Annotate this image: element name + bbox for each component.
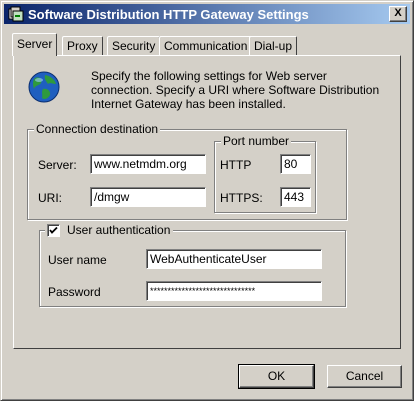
checkmark-icon (49, 226, 58, 234)
http-port-input[interactable]: 80 (280, 154, 311, 174)
https-port-input[interactable]: 443 (280, 187, 311, 207)
port-group-legend: Port number (221, 134, 292, 148)
auth-checkbox[interactable] (47, 224, 60, 237)
title-bar[interactable]: Software Distribution HTTP Gateway Setti… (4, 4, 410, 24)
tab-proxy[interactable]: Proxy (62, 36, 103, 55)
globe-icon (28, 71, 60, 103)
server-input[interactable]: www.netmdm.org (90, 154, 206, 174)
app-icon (8, 6, 24, 22)
auth-checkbox-row[interactable]: User authentication (45, 222, 173, 238)
uri-input[interactable]: /dmgw (90, 187, 206, 207)
window-title: Software Distribution HTTP Gateway Setti… (28, 7, 309, 22)
close-button[interactable]: X (389, 6, 407, 22)
tab-dial-up[interactable]: Dial-up (249, 36, 298, 55)
connection-group-legend: Connection destination (34, 122, 161, 136)
tab-label: Security (112, 39, 156, 53)
dialog-window: Software Distribution HTTP Gateway Setti… (0, 0, 414, 401)
close-icon: X (394, 7, 402, 19)
tab-security[interactable]: Security (107, 36, 161, 55)
server-label: Server: (38, 158, 77, 172)
tab-label: Communication (164, 39, 248, 53)
password-input[interactable]: ****************************** (146, 281, 322, 301)
cancel-button[interactable]: Cancel (327, 365, 402, 388)
tab-server[interactable]: Server (12, 33, 58, 56)
tab-label: Server (17, 37, 53, 51)
intro-text: Specify the following settings for Web s… (91, 69, 380, 111)
auth-checkbox-label: User authentication (67, 223, 171, 237)
password-label: Password (48, 285, 101, 299)
username-input[interactable]: WebAuthenticateUser (146, 249, 322, 269)
https-label: HTTPS: (220, 191, 263, 205)
tab-label: Proxy (67, 39, 98, 53)
http-label: HTTP (220, 158, 252, 172)
username-label: User name (48, 253, 107, 267)
tab-label: Dial-up (254, 39, 293, 53)
uri-label: URI: (38, 191, 62, 205)
tab-communication[interactable]: Communication (159, 36, 253, 55)
ok-button[interactable]: OK (238, 364, 315, 389)
